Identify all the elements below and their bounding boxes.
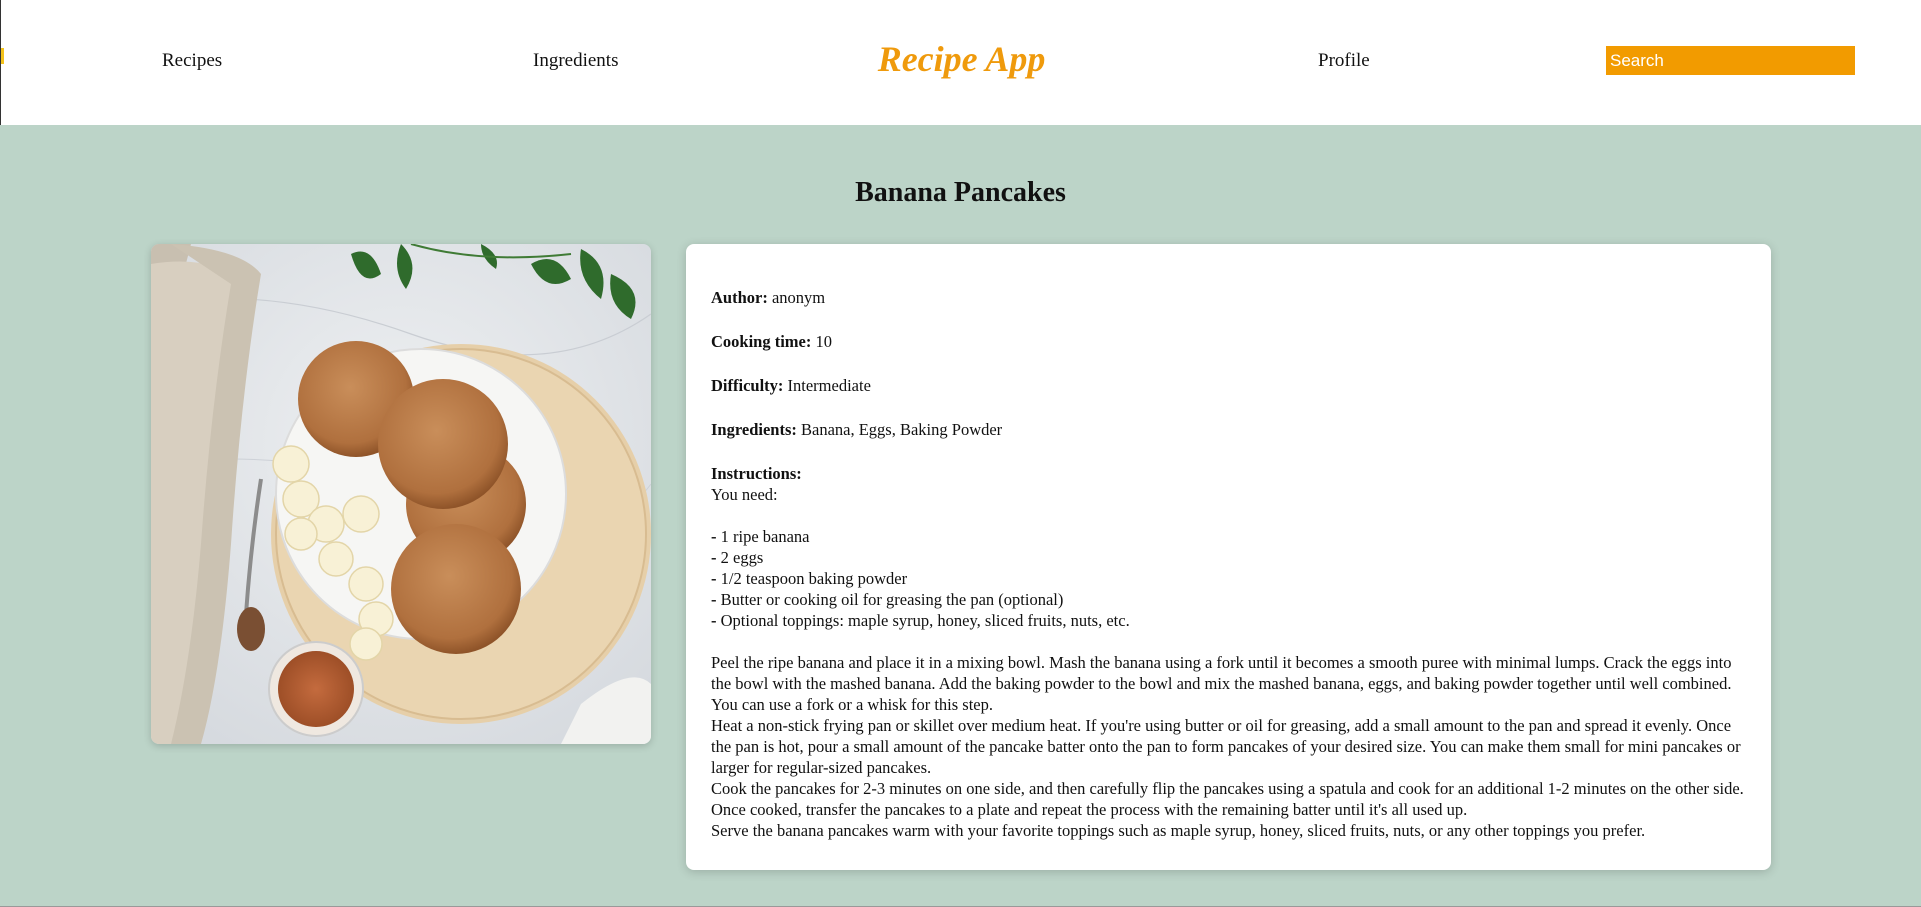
- top-navbar: Recipes Ingredients Recipe App Profile: [0, 0, 1921, 125]
- list-item: - 1 ripe banana: [711, 527, 810, 546]
- instruction-step: Cook the pancakes for 2-3 minutes on one…: [711, 779, 1744, 819]
- cooking-time-value: 10: [815, 332, 833, 351]
- you-need-text: You need:: [711, 485, 778, 504]
- instructions-section: Instructions: You need: - 1 ripe banana …: [711, 463, 1746, 841]
- ingredients-value: Banana, Eggs, Baking Powder: [801, 420, 1003, 439]
- author-value: anonym: [771, 288, 826, 307]
- instruction-step: Serve the banana pancakes warm with your…: [711, 821, 1646, 840]
- list-item: - Butter or cooking oil for greasing the…: [711, 590, 1064, 609]
- difficulty-value: Intermediate: [787, 376, 871, 395]
- recipe-title: Banana Pancakes: [855, 177, 1066, 208]
- nav-link-ingredients[interactable]: Ingredients: [533, 48, 618, 74]
- difficulty-label: Difficulty:: [711, 376, 784, 395]
- ingredients-row: Ingredients: Banana, Eggs, Baking Powder: [711, 419, 1746, 440]
- recipe-photo: [151, 244, 651, 744]
- list-item: - 2 eggs: [711, 548, 764, 567]
- search-input[interactable]: [1606, 46, 1855, 75]
- instruction-steps: Peel the ripe banana and place it in a m…: [711, 652, 1746, 841]
- cooking-time-label: Cooking time:: [711, 332, 812, 351]
- author-row: Author: anonym: [711, 287, 1746, 308]
- instructions-label: Instructions:: [711, 464, 802, 483]
- instruction-step: Heat a non-stick frying pan or skillet o…: [711, 716, 1741, 777]
- ingredient-list: - 1 ripe banana - 2 eggs - 1/2 teaspoon …: [711, 526, 1746, 631]
- instruction-step: Peel the ripe banana and place it in a m…: [711, 653, 1732, 714]
- nav-link-recipes[interactable]: Recipes: [162, 48, 222, 74]
- app-logo[interactable]: Recipe App: [878, 39, 1046, 79]
- author-label: Author:: [711, 288, 768, 307]
- difficulty-row: Difficulty: Intermediate: [711, 375, 1746, 396]
- list-item: - Optional toppings: maple syrup, honey,…: [711, 611, 1130, 630]
- recipe-details-card: Author: anonym Cooking time: 10 Difficul…: [686, 244, 1771, 870]
- cooking-time-row: Cooking time: 10: [711, 331, 1746, 352]
- edge-marker: [1, 48, 4, 64]
- nav-link-profile[interactable]: Profile: [1318, 48, 1370, 74]
- list-item: - 1/2 teaspoon baking powder: [711, 569, 908, 588]
- ingredients-label: Ingredients:: [711, 420, 797, 439]
- pancake-plate-photo-icon: [151, 244, 651, 744]
